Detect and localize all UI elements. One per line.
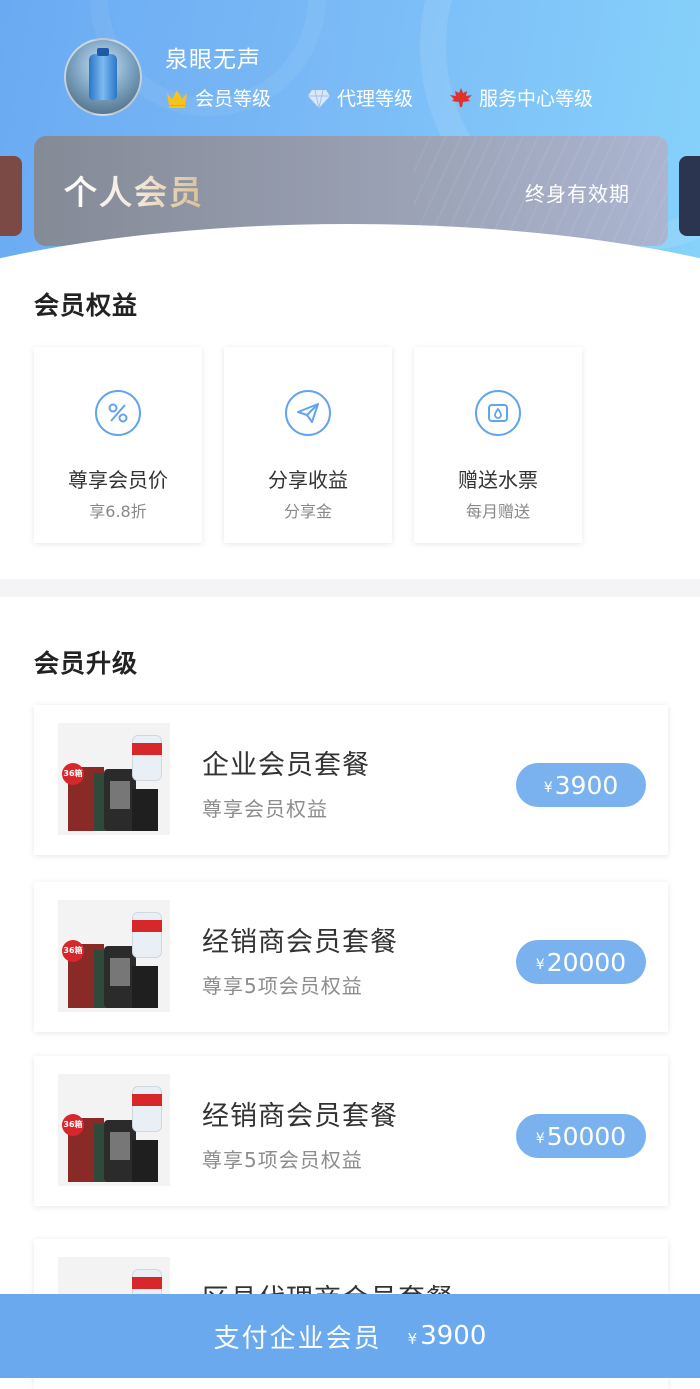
pay-amount: 3900	[420, 1321, 487, 1351]
currency-symbol: ¥	[535, 957, 545, 973]
next-card-peek[interactable]	[679, 156, 700, 236]
package-subtitle: 尊享5项会员权益	[202, 1148, 363, 1172]
water-bottle-image	[89, 54, 117, 100]
benefit-desc: 每月赠送	[465, 502, 530, 521]
package-title: 经销商会员套餐	[202, 927, 398, 958]
package-title: 企业会员套餐	[202, 750, 370, 781]
currency-symbol: ¥	[535, 1131, 545, 1147]
level-badges: 会员等级 代理等级 服务中心等级	[165, 84, 629, 111]
benefit-name: 赠送水票	[458, 468, 538, 492]
diamond-icon	[307, 87, 331, 109]
package-product-image: 36箱	[58, 1074, 170, 1186]
agent-level-label: 代理等级	[337, 88, 414, 110]
price-amount: 50000	[546, 1121, 627, 1151]
crown-icon	[165, 87, 189, 109]
benefit-name: 分享收益	[268, 468, 348, 492]
benefit-desc: 分享金	[283, 502, 332, 521]
benefit-card-member-price[interactable]: 尊享会员价 享6.8折	[34, 347, 202, 543]
service-center-level[interactable]: 服务中心等级	[449, 84, 593, 111]
member-level-label: 会员等级	[195, 88, 272, 110]
ticket-icon	[475, 390, 521, 436]
benefit-name: 尊享会员价	[68, 468, 168, 492]
price-button[interactable]: ¥ 20000	[516, 940, 646, 984]
pay-button[interactable]: 支付企业会员 ¥ 3900	[0, 1294, 700, 1378]
maple-leaf-icon	[449, 87, 473, 109]
currency-symbol: ¥	[543, 780, 553, 796]
percent-icon	[95, 390, 141, 436]
benefits-title: 会员权益	[34, 291, 139, 320]
avatar[interactable]	[64, 38, 142, 116]
package-subtitle: 尊享5项会员权益	[202, 974, 363, 998]
package-card[interactable]: 36箱 经销商会员套餐 尊享5项会员权益 ¥ 20000	[34, 882, 668, 1032]
upgrade-title: 会员升级	[34, 649, 139, 678]
package-product-image: 36箱	[58, 900, 170, 1012]
benefit-desc: 享6.8折	[89, 502, 147, 521]
package-product-image: 36箱	[58, 723, 170, 835]
profile-header: 泉眼无声 会员等级 代理等级 服务中心等级 个人会员 终身有效期	[0, 0, 700, 260]
price-button[interactable]: ¥ 50000	[516, 1114, 646, 1158]
package-subtitle: 尊享会员权益	[202, 797, 328, 821]
paper-plane-icon	[285, 390, 331, 436]
price-amount: 20000	[546, 947, 627, 977]
pay-label: 支付企业会员	[213, 1323, 382, 1354]
price-amount: 3900	[554, 770, 619, 800]
package-card[interactable]: 36箱 经销商会员套餐 尊享5项会员权益 ¥ 50000	[34, 1056, 668, 1206]
package-title: 经销商会员套餐	[202, 1101, 398, 1132]
benefit-card-water-ticket[interactable]: 赠送水票 每月赠送	[414, 347, 582, 543]
service-center-level-label: 服务中心等级	[479, 88, 594, 110]
agent-level[interactable]: 代理等级	[307, 84, 413, 111]
package-card[interactable]: 36箱 企业会员套餐 尊享会员权益 ¥ 3900	[34, 705, 668, 855]
bottle-cap	[97, 48, 109, 56]
price-button[interactable]: ¥ 3900	[516, 763, 646, 807]
benefit-card-share-earnings[interactable]: 分享收益 分享金	[224, 347, 392, 543]
member-card-validity: 终身有效期	[525, 182, 630, 206]
pay-currency: ¥	[407, 1330, 418, 1348]
member-card-title: 个人会员	[64, 166, 204, 214]
section-divider	[0, 579, 700, 597]
member-level[interactable]: 会员等级	[165, 84, 271, 111]
prev-card-peek[interactable]	[0, 156, 22, 236]
username: 泉眼无声	[165, 47, 261, 73]
